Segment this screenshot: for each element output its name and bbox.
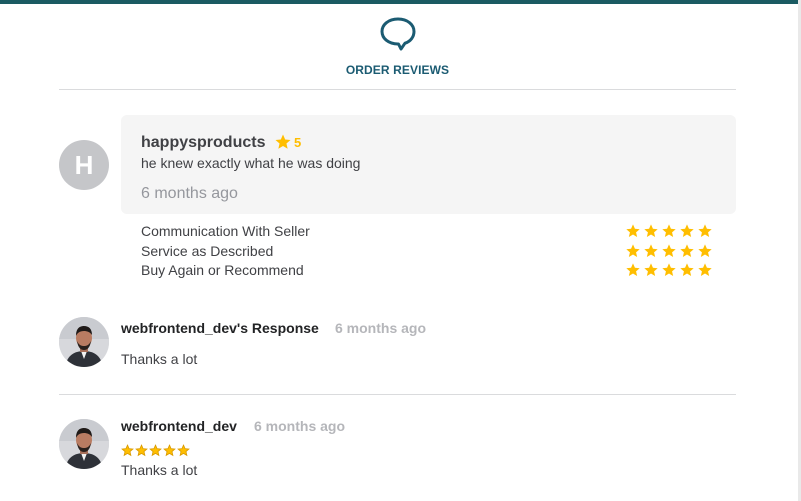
review-text: he knew exactly what he was doing	[141, 155, 361, 171]
star-icon	[626, 224, 640, 237]
page-title: ORDER REVIEWS	[345, 63, 450, 77]
person-photo-icon	[59, 419, 109, 469]
reviewer-name[interactable]: happysproducts	[141, 134, 265, 152]
seller-response-time: 6 months ago	[335, 320, 427, 336]
seller-review-name[interactable]: webfrontend_dev	[121, 418, 237, 434]
seller-avatar[interactable]	[59, 317, 109, 367]
star-icon	[644, 243, 658, 257]
star-icon	[680, 224, 694, 237]
star-icon	[644, 263, 658, 276]
star-icon	[121, 444, 134, 457]
seller-review-text: Thanks a lot	[121, 462, 198, 478]
star-icon	[149, 444, 162, 457]
rating-value: 5	[294, 135, 302, 150]
seller-response-text: Thanks a lot	[121, 351, 198, 367]
criteria-stars	[625, 223, 713, 239]
speech-bubble-icon	[380, 17, 416, 51]
seller-review-time: 6 months ago	[254, 418, 346, 434]
order-reviews-header: ORDER REVIEWS	[59, 16, 736, 90]
criteria-stars	[625, 262, 713, 278]
seller-review-stars	[121, 444, 190, 457]
reviewer-avatar: H	[59, 140, 109, 190]
star-icon	[626, 243, 640, 257]
rating-breakdown: Communication With Seller Service as Des…	[141, 223, 721, 282]
criteria-row: Service as Described	[141, 243, 721, 263]
review-time: 6 months ago	[141, 185, 238, 202]
criteria-stars	[625, 243, 713, 259]
star-icon	[680, 243, 694, 257]
star-icon	[644, 224, 658, 237]
seller-avatar[interactable]	[59, 419, 109, 469]
criteria-label: Service as Described	[141, 242, 274, 259]
star-icon	[662, 224, 676, 237]
criteria-row: Buy Again or Recommend	[141, 262, 721, 282]
star-icon	[698, 224, 712, 237]
person-photo-icon	[59, 317, 109, 367]
star-icon	[662, 263, 676, 276]
star-icon	[680, 263, 694, 276]
top-accent-bar	[0, 0, 801, 4]
criteria-row: Communication With Seller	[141, 223, 721, 243]
star-icon	[177, 444, 190, 457]
star-icon	[275, 134, 291, 149]
star-icon	[698, 243, 712, 257]
seller-response-name[interactable]: webfrontend_dev's Response	[121, 320, 319, 336]
star-icon	[135, 444, 148, 457]
divider	[59, 394, 736, 395]
star-icon	[163, 444, 176, 457]
review-card: happysproducts 5 he knew exactly what he…	[121, 115, 736, 214]
star-icon	[698, 263, 712, 276]
criteria-label: Communication With Seller	[141, 223, 310, 239]
star-icon	[626, 263, 640, 276]
star-icon	[662, 243, 676, 257]
criteria-label: Buy Again or Recommend	[141, 262, 304, 278]
